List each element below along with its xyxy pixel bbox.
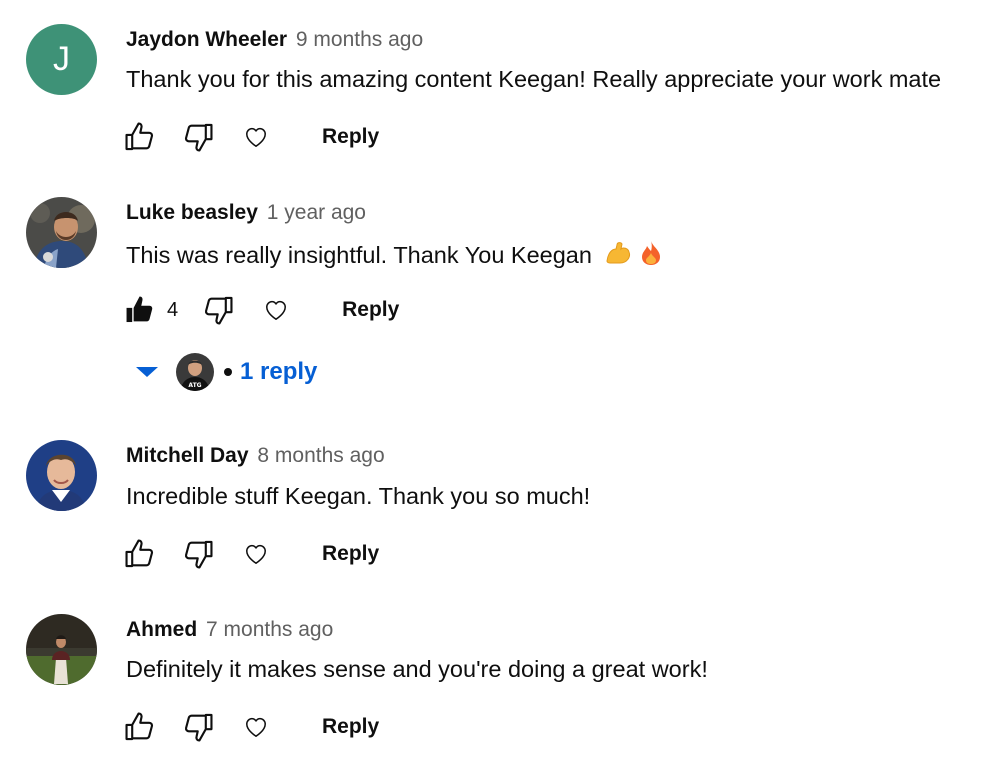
comment-header: Luke beasley 1 year ago bbox=[126, 201, 366, 225]
avatar[interactable] bbox=[26, 440, 97, 511]
avatar-photo bbox=[26, 614, 97, 685]
heart-button[interactable] bbox=[242, 124, 270, 150]
dislike-button[interactable] bbox=[180, 710, 216, 744]
comment-text: Definitely it makes sense and you're doi… bbox=[126, 656, 708, 682]
heart-icon bbox=[266, 300, 287, 320]
comment-actions: Reply bbox=[122, 709, 379, 745]
thumbs-up-icon bbox=[125, 122, 154, 151]
separator-dot bbox=[224, 368, 232, 376]
flexed-biceps-emoji bbox=[604, 239, 632, 273]
heart-icon bbox=[246, 544, 266, 564]
replier-avatar: ATG bbox=[176, 353, 214, 391]
comment-time[interactable]: 8 months ago bbox=[257, 444, 384, 467]
dislike-button[interactable] bbox=[180, 120, 216, 154]
thumbs-up-icon bbox=[125, 712, 154, 741]
thumbs-up-icon bbox=[125, 539, 154, 568]
dislike-button[interactable] bbox=[200, 293, 236, 327]
caret-down-icon bbox=[136, 367, 158, 377]
comment-time[interactable]: 7 months ago bbox=[206, 618, 333, 641]
avatar-photo bbox=[26, 440, 97, 511]
like-button[interactable] bbox=[122, 537, 158, 571]
thumbs-down-icon bbox=[184, 713, 213, 742]
like-button[interactable] bbox=[122, 710, 158, 744]
comment-time[interactable]: 9 months ago bbox=[296, 28, 423, 51]
comment-text-content: This was really insightful. Thank You Ke… bbox=[126, 242, 592, 268]
comment-header: Mitchell Day 8 months ago bbox=[126, 444, 385, 468]
reply-count-link[interactable]: 1 reply bbox=[240, 358, 317, 386]
reply-button[interactable]: Reply bbox=[322, 715, 379, 739]
comment-text: Incredible stuff Keegan. Thank you so mu… bbox=[126, 483, 591, 509]
comment-actions: 4 Reply bbox=[122, 292, 399, 328]
like-button[interactable] bbox=[122, 120, 158, 154]
heart-icon bbox=[246, 717, 266, 737]
heart-button[interactable] bbox=[242, 541, 270, 567]
avatar[interactable]: J bbox=[26, 24, 97, 95]
author-name[interactable]: Jaydon Wheeler bbox=[126, 28, 287, 51]
thumbs-down-icon bbox=[184, 123, 213, 152]
author-name[interactable]: Ahmed bbox=[126, 618, 197, 641]
comment-time[interactable]: 1 year ago bbox=[267, 201, 366, 224]
avatar[interactable] bbox=[26, 197, 97, 268]
view-replies-button[interactable]: ATG 1 reply bbox=[134, 350, 317, 394]
avatar[interactable] bbox=[26, 614, 97, 685]
heart-icon bbox=[246, 127, 266, 147]
thumbs-down-icon bbox=[205, 296, 233, 325]
comment-actions: Reply bbox=[122, 536, 379, 572]
avatar-photo bbox=[26, 197, 97, 268]
author-name[interactable]: Mitchell Day bbox=[126, 444, 249, 467]
comment-actions: Reply bbox=[122, 119, 379, 155]
replier-avatar-text: ATG bbox=[188, 382, 201, 389]
author-name[interactable]: Luke beasley bbox=[126, 201, 258, 224]
thumbs-down-icon bbox=[184, 540, 213, 569]
reply-button[interactable]: Reply bbox=[322, 542, 379, 566]
heart-button[interactable] bbox=[242, 714, 270, 740]
comment-text: This was really insightful. Thank You Ke… bbox=[126, 239, 664, 273]
reply-button[interactable]: Reply bbox=[322, 125, 379, 149]
like-count: 4 bbox=[167, 298, 179, 321]
reply-button[interactable]: Reply bbox=[342, 298, 399, 322]
dislike-button[interactable] bbox=[180, 537, 216, 571]
comment-text: Thank you for this amazing content Keega… bbox=[126, 66, 942, 92]
like-button[interactable] bbox=[122, 293, 158, 327]
thumbs-up-filled-icon bbox=[126, 296, 153, 323]
heart-button[interactable] bbox=[262, 297, 290, 323]
fire-emoji bbox=[638, 239, 664, 273]
comment-header: Jaydon Wheeler 9 months ago bbox=[126, 28, 423, 52]
comment-header: Ahmed 7 months ago bbox=[126, 618, 333, 642]
